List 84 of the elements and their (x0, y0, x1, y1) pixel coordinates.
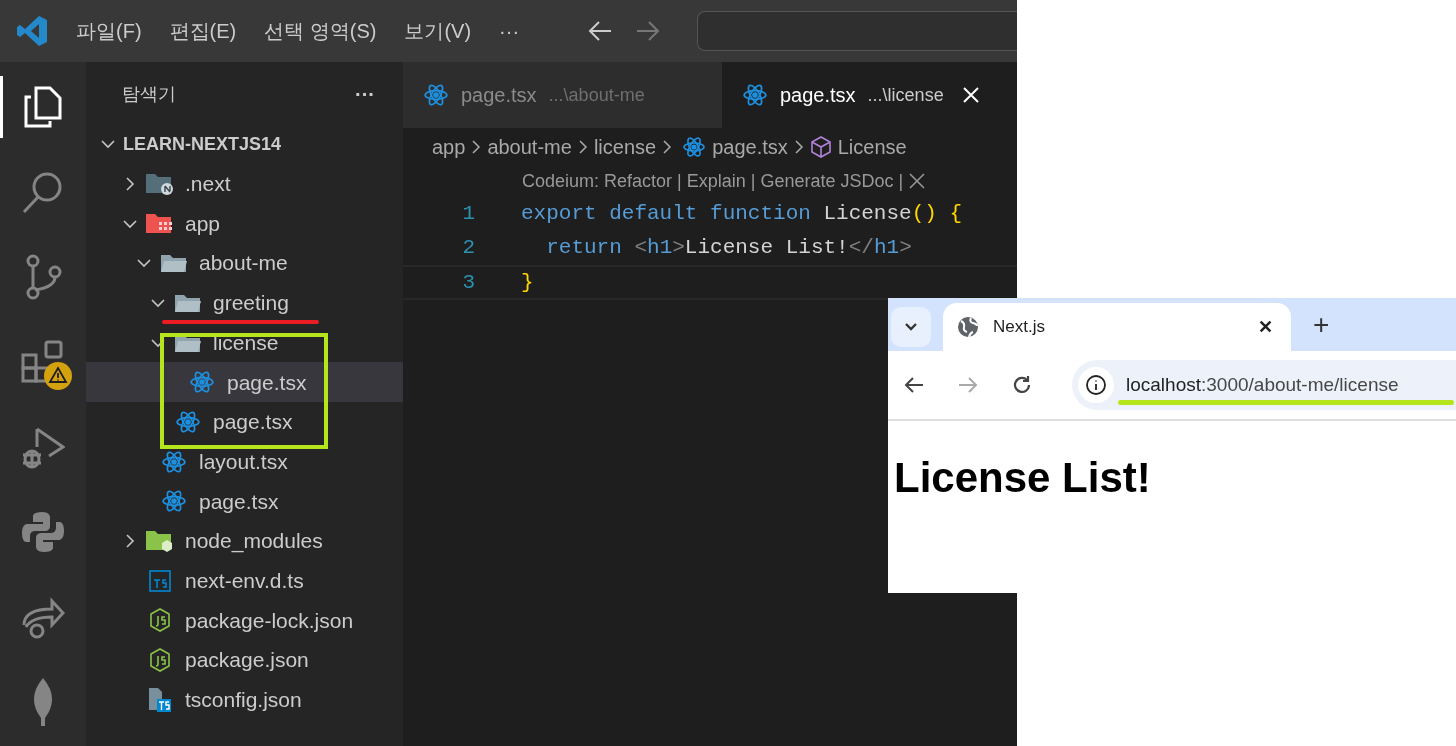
chevron-down-icon (904, 321, 918, 332)
editor-tab[interactable]: page.tsx ...\about-me (403, 62, 722, 128)
tree-item[interactable]: page.tsx (86, 481, 403, 522)
tree-item[interactable]: page.tsx (86, 362, 403, 403)
chevron-right-icon (793, 139, 804, 155)
js-file-icon (149, 648, 171, 673)
react-icon (161, 488, 187, 515)
tree-item[interactable]: .next (86, 164, 403, 204)
url-text: localhost:3000/about-me/license (1126, 372, 1399, 397)
breadcrumb-item[interactable]: app (432, 132, 466, 162)
line-number: 1 (461, 200, 475, 227)
menu-item[interactable]: 편집(E) (155, 16, 251, 46)
tab-title: page.tsx (780, 83, 856, 108)
tab-title: Next.js (993, 316, 1045, 339)
more-actions-button[interactable]: ··· (355, 79, 375, 109)
line-number: 2 (461, 235, 475, 261)
js-file-icon (149, 608, 171, 633)
chevron-right-icon (662, 139, 673, 155)
tab-title: page.tsx (461, 83, 537, 108)
tree-item[interactable]: LEARN-NEXTJS14 (86, 126, 403, 162)
editor-logo-icon (16, 15, 48, 47)
info-icon (1085, 374, 1107, 396)
tree-item[interactable]: app (86, 203, 403, 244)
command-center-field[interactable] (697, 11, 1017, 51)
editor-tab[interactable]: page.tsx ...\license (722, 62, 1017, 128)
breadcrumb-item[interactable]: license (593, 132, 657, 162)
chevron-right-icon[interactable] (123, 534, 137, 549)
react-icon (423, 82, 449, 108)
code-line: export default function License() { (521, 200, 963, 227)
tree-item[interactable]: next-env.d.ts (86, 560, 403, 601)
share-arrow-icon[interactable] (21, 595, 65, 639)
extensions-icon[interactable] (21, 340, 65, 384)
forward-arrow-icon[interactable] (636, 20, 661, 42)
tree-item[interactable]: license (86, 322, 403, 363)
chevron-right-icon (471, 139, 482, 155)
tree-item[interactable]: greeting (86, 283, 403, 323)
config-file-icon (148, 686, 172, 713)
tab-close-button[interactable]: ✕ (1258, 313, 1273, 341)
folder-icon (145, 211, 175, 236)
chevron-right-icon[interactable] (123, 176, 137, 191)
menu-item[interactable]: 선택 영역(S) (250, 16, 391, 46)
back-arrow-icon[interactable] (904, 376, 924, 394)
react-icon (682, 135, 707, 159)
menu-item[interactable]: 보기(V) (390, 16, 486, 46)
explorer-title: 탐색기 (122, 82, 176, 106)
files-icon[interactable] (22, 85, 64, 129)
react-icon (175, 408, 201, 435)
run-debug-icon[interactable] (21, 425, 65, 469)
breadcrumb-item[interactable]: License (837, 132, 907, 162)
close-icon[interactable] (909, 173, 926, 189)
reload-icon[interactable] (1012, 375, 1032, 395)
cube-icon (809, 136, 832, 158)
browser-tab[interactable]: Next.js ✕ (943, 303, 1291, 351)
globe-icon (957, 316, 979, 338)
tab-path: ...\about-me (548, 83, 645, 107)
react-icon (189, 369, 215, 396)
new-tab-button[interactable]: + (1313, 310, 1330, 339)
react-icon (742, 82, 768, 108)
snake-logo-icon[interactable] (21, 510, 65, 554)
tree-item[interactable]: node_modules (86, 521, 403, 561)
menu-item[interactable]: ··· (485, 16, 534, 46)
tree-item[interactable]: layout.tsx (86, 441, 403, 482)
code-line: } (521, 269, 534, 296)
address-bar[interactable]: localhost:3000/about-me/license (1072, 360, 1456, 410)
menu-item[interactable]: 파일(F) (62, 16, 156, 46)
folder-icon (160, 252, 188, 275)
breadcrumb-item[interactable]: page.tsx (712, 132, 788, 162)
tab-path: ...\license (867, 83, 944, 107)
tree-item[interactable]: package-lock.json (86, 600, 403, 641)
react-icon (161, 448, 187, 475)
page-heading: License List! (894, 457, 1152, 499)
tree-item[interactable]: about-me (86, 243, 403, 284)
tree-item[interactable]: package.json (86, 640, 403, 680)
tree-item[interactable]: tsconfig.json (86, 679, 403, 720)
line-number: 3 (461, 269, 475, 296)
breadcrumb-item[interactable]: about-me (487, 132, 572, 162)
chevron-down-icon[interactable] (101, 137, 115, 151)
chevron-right-icon (577, 139, 588, 155)
code-line: return <h1>License List!</h1> (545, 235, 912, 261)
ts-file-icon (149, 569, 171, 592)
code-lens[interactable]: Codeium: Refactor | Explain | Generate JSDoc | (522, 167, 904, 195)
tree-item[interactable]: page.tsx (86, 402, 403, 442)
folder-icon (145, 171, 175, 196)
folder-icon (145, 529, 175, 554)
